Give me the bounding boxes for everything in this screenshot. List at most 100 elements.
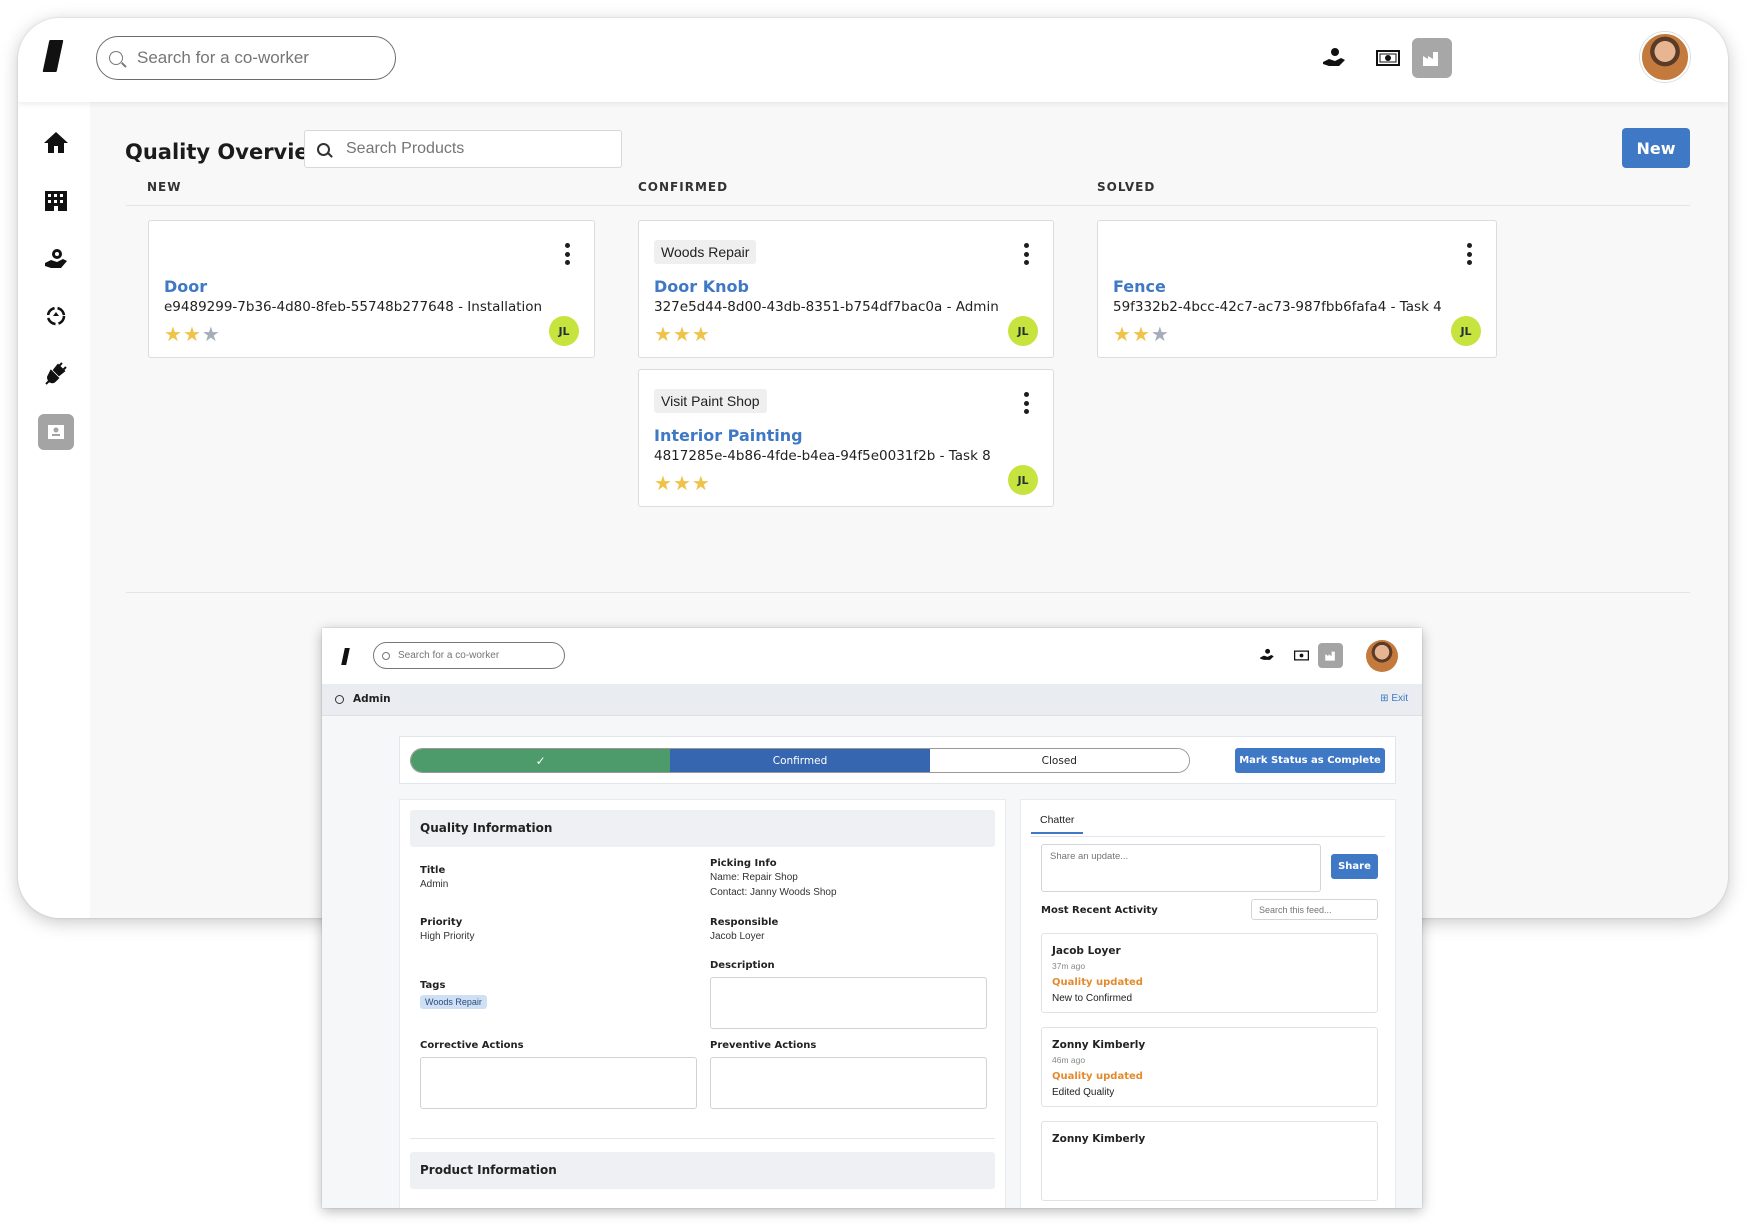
user-avatar[interactable] (1366, 640, 1398, 672)
status-panel: ✓ Confirmed Closed Mark Status as Comple… (399, 736, 1396, 784)
home-icon[interactable] (38, 124, 74, 160)
card-title[interactable]: Interior Painting (654, 426, 803, 445)
quality-card[interactable]: Woods Repair Door Knob 327e5d44-8d00-43d… (638, 220, 1054, 358)
chatter-panel: Chatter Share Most Recent Activity Jacob… (1020, 799, 1396, 1208)
recycle-icon[interactable] (38, 298, 74, 334)
description-field[interactable] (710, 977, 987, 1029)
more-options-icon[interactable] (1023, 243, 1029, 265)
money-bill-icon[interactable] (1374, 44, 1402, 72)
sidebar (18, 102, 90, 918)
card-tag: Woods Repair (654, 240, 757, 264)
star-rating[interactable]: ★★★ (654, 322, 711, 346)
responsible-value: Jacob Loyer (710, 931, 765, 942)
assignee-avatar[interactable]: JL (549, 316, 579, 346)
priority-value: High Priority (420, 931, 475, 942)
column-header-solved: SOLVED (1097, 180, 1156, 194)
star-icon: ★ (201, 322, 221, 346)
quality-card[interactable]: Fence 59f332b2-4bcc-42c7-ac73-987fbb6faf… (1097, 220, 1497, 358)
divider (1031, 836, 1385, 837)
badge-icon[interactable] (38, 414, 74, 450)
stage-closed[interactable]: Closed (929, 749, 1189, 772)
card-title[interactable]: Door (164, 277, 207, 296)
star-rating[interactable]: ★★★ (1113, 322, 1170, 346)
hand-coin-icon[interactable] (1258, 646, 1276, 664)
hand-coin-icon[interactable] (1320, 44, 1348, 72)
divider (410, 1138, 995, 1139)
star-icon: ★ (164, 322, 183, 346)
column-header-confirmed: CONFIRMED (638, 180, 729, 194)
responsible-label: Responsible (710, 917, 779, 928)
factory-icon[interactable] (1412, 38, 1452, 78)
activity-item: Jacob Loyer 37m ago Quality updated New … (1041, 933, 1378, 1013)
record-header: Admin ⊞ Exit (322, 684, 1422, 716)
quality-card[interactable]: Visit Paint Shop Interior Painting 48172… (638, 369, 1054, 507)
tag-chip[interactable]: Woods Repair (420, 995, 487, 1009)
star-icon: ★ (654, 471, 673, 495)
assignee-avatar[interactable]: JL (1451, 316, 1481, 346)
app-logo[interactable] (341, 648, 350, 665)
record-title-label: Admin (353, 693, 391, 705)
section-heading: Product Information (410, 1152, 995, 1189)
user-avatar[interactable] (1640, 32, 1690, 82)
preventive-actions-field[interactable] (710, 1057, 987, 1109)
assignee-avatar[interactable]: JL (1008, 465, 1038, 495)
star-rating[interactable]: ★★★ (654, 471, 711, 495)
picking-info-label: Picking Info (710, 858, 777, 869)
divider (126, 205, 1690, 206)
card-meta: 327e5d44-8d00-43db-8351-b754df7bac0a - A… (654, 299, 999, 315)
coworker-search[interactable] (96, 36, 396, 80)
card-tag: Visit Paint Shop (654, 389, 767, 413)
share-button[interactable]: Share (1331, 854, 1378, 879)
new-button[interactable]: New (1622, 128, 1690, 168)
coworker-search[interactable] (373, 642, 565, 669)
card-title[interactable]: Fence (1113, 277, 1166, 296)
description-label: Description (710, 960, 775, 971)
star-icon: ★ (691, 471, 711, 495)
coworker-search-input[interactable] (137, 48, 367, 68)
tab-chatter[interactable]: Chatter (1031, 814, 1084, 834)
mark-complete-button[interactable]: Mark Status as Complete (1235, 748, 1385, 773)
picking-contact: Contact: Janny Woods Shop (710, 887, 837, 898)
card-title[interactable]: Door Knob (654, 277, 749, 296)
feed-search-input[interactable] (1251, 899, 1378, 920)
exit-button[interactable]: ⊞ Exit (1380, 693, 1408, 704)
star-icon: ★ (182, 322, 202, 346)
title-value: Admin (420, 879, 449, 890)
preventive-actions-label: Preventive Actions (710, 1040, 817, 1051)
search-icon (382, 651, 390, 660)
title-label: Title (420, 865, 446, 876)
activity-author: Jacob Loyer (1052, 945, 1121, 957)
tags-label: Tags (420, 980, 446, 991)
top-bar (322, 628, 1422, 684)
card-meta: 59f332b2-4bcc-42c7-ac73-987fbb6fafa4 - T… (1113, 299, 1442, 315)
star-icon: ★ (1131, 322, 1151, 346)
product-search-input[interactable] (346, 140, 596, 158)
search-icon (317, 142, 330, 156)
share-update-input[interactable] (1041, 844, 1321, 892)
activity-detail: New to Confirmed (1052, 993, 1133, 1004)
card-meta: 4817285e-4b86-4fde-b4ea-94f5e0031f2b - T… (654, 448, 991, 464)
product-search[interactable] (304, 130, 622, 168)
activity-item: Zonny Kimberly (1041, 1121, 1378, 1201)
star-rating[interactable]: ★★★ (164, 322, 221, 346)
stage-done[interactable]: ✓ (411, 749, 671, 772)
assignee-avatar[interactable]: JL (1008, 316, 1038, 346)
quality-card[interactable]: Door e9489299-7b36-4d80-8feb-55748b27764… (148, 220, 595, 358)
money-bill-icon[interactable] (1292, 646, 1310, 664)
more-options-icon[interactable] (1466, 243, 1472, 265)
more-options-icon[interactable] (1023, 392, 1029, 414)
building-icon[interactable] (38, 182, 74, 218)
factory-icon[interactable] (1318, 643, 1343, 668)
coworker-search-input[interactable] (398, 650, 558, 661)
stage-confirmed[interactable]: Confirmed (670, 749, 930, 772)
plug-icon[interactable] (38, 356, 74, 392)
page-title: Quality Overview (125, 140, 329, 164)
search-icon (109, 51, 123, 65)
picking-name: Name: Repair Shop (710, 872, 798, 883)
hand-gear-icon[interactable] (38, 240, 74, 276)
app-logo[interactable] (42, 40, 64, 72)
more-options-icon[interactable] (564, 243, 570, 265)
priority-label: Priority (420, 917, 463, 928)
corrective-actions-field[interactable] (420, 1057, 697, 1109)
detail-body: ✓ Confirmed Closed Mark Status as Comple… (322, 716, 1422, 1208)
